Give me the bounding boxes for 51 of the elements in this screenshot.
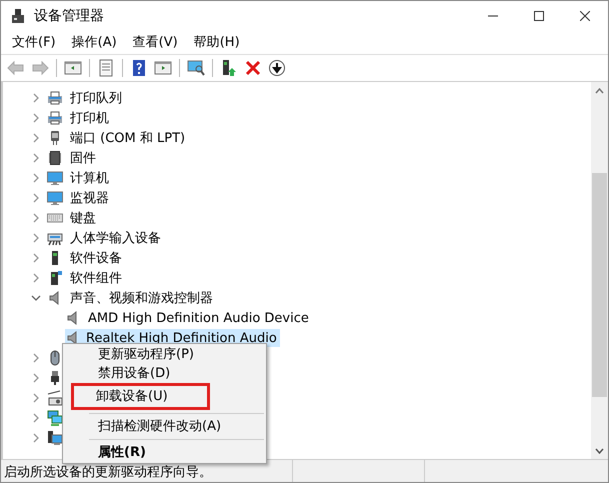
expand-chevron-icon[interactable] bbox=[31, 253, 41, 263]
scrollbar-thumb[interactable] bbox=[592, 173, 607, 397]
tree-item[interactable]: 打印队列 bbox=[68, 88, 124, 108]
tree-item[interactable]: 键盘 bbox=[68, 208, 98, 228]
expand-chevron-icon[interactable] bbox=[31, 193, 41, 203]
expand-chevron-icon[interactable] bbox=[31, 213, 41, 223]
menu-item[interactable]: 操作(A) bbox=[64, 31, 125, 53]
tree-item[interactable]: 计算机 bbox=[68, 168, 111, 188]
close-icon[interactable] bbox=[580, 10, 590, 20]
context-menu-item[interactable]: 卸载设备(U) bbox=[74, 387, 172, 406]
expand-chevron-icon[interactable] bbox=[31, 173, 41, 183]
network-icon bbox=[47, 410, 63, 426]
expand-chevron-icon[interactable] bbox=[31, 413, 41, 423]
printer-icon bbox=[47, 90, 63, 106]
tree-item[interactable]: 声音、视频和游戏控制器 bbox=[68, 288, 215, 308]
chip-icon bbox=[47, 150, 63, 166]
tree-item[interactable]: AMD High Definition Audio Device bbox=[86, 310, 311, 326]
expand-chevron-icon[interactable] bbox=[31, 273, 41, 283]
expand-chevron-icon[interactable] bbox=[31, 373, 41, 383]
printer-icon bbox=[47, 110, 63, 126]
expand-chevron-icon[interactable] bbox=[31, 393, 41, 403]
context-menu-item[interactable]: 扫描检测硬件改动(A) bbox=[65, 417, 226, 436]
menu-item[interactable]: 查看(V) bbox=[124, 31, 186, 53]
menu-item[interactable]: 文件(F) bbox=[4, 31, 64, 53]
expand-chevron-icon[interactable] bbox=[31, 93, 41, 103]
window-title: 设备管理器 bbox=[34, 6, 105, 24]
menu-item[interactable]: 帮助(H) bbox=[186, 31, 248, 53]
expand-chevron-icon[interactable] bbox=[31, 353, 41, 363]
status-text: 启动所选设备的更新驱动程序向导。 bbox=[3, 464, 213, 482]
context-menu-item[interactable]: 更新驱动程序(P) bbox=[65, 345, 198, 364]
expand-chevron-icon[interactable] bbox=[31, 153, 41, 163]
expand-chevron-icon[interactable] bbox=[31, 433, 41, 443]
disable-button[interactable] bbox=[266, 57, 288, 79]
device-manager-icon bbox=[10, 8, 26, 24]
tree-item[interactable]: 打印机 bbox=[68, 108, 111, 128]
maximize-icon[interactable] bbox=[534, 10, 544, 20]
context-menu-item[interactable]: 属性(R) bbox=[65, 443, 150, 462]
tree-item[interactable]: 端口 (COM 和 LPT) bbox=[68, 128, 188, 148]
tree-item[interactable]: 监视器 bbox=[68, 188, 111, 208]
computer-icon bbox=[47, 430, 63, 446]
tree-item[interactable]: 软件组件 bbox=[68, 268, 124, 288]
tree-item[interactable]: 软件设备 bbox=[68, 248, 124, 268]
monitor-icon bbox=[47, 170, 63, 186]
collapse-chevron-icon[interactable] bbox=[31, 293, 41, 303]
expand-chevron-icon[interactable] bbox=[31, 133, 41, 143]
monitor-icon bbox=[47, 190, 63, 206]
tree-item[interactable]: 人体学输入设备 bbox=[68, 228, 163, 248]
tree-item[interactable]: 固件 bbox=[68, 148, 98, 168]
expand-chevron-icon[interactable] bbox=[31, 113, 41, 123]
expand-chevron-icon[interactable] bbox=[31, 233, 41, 243]
context-menu-item[interactable]: 禁用设备(D) bbox=[65, 364, 174, 383]
